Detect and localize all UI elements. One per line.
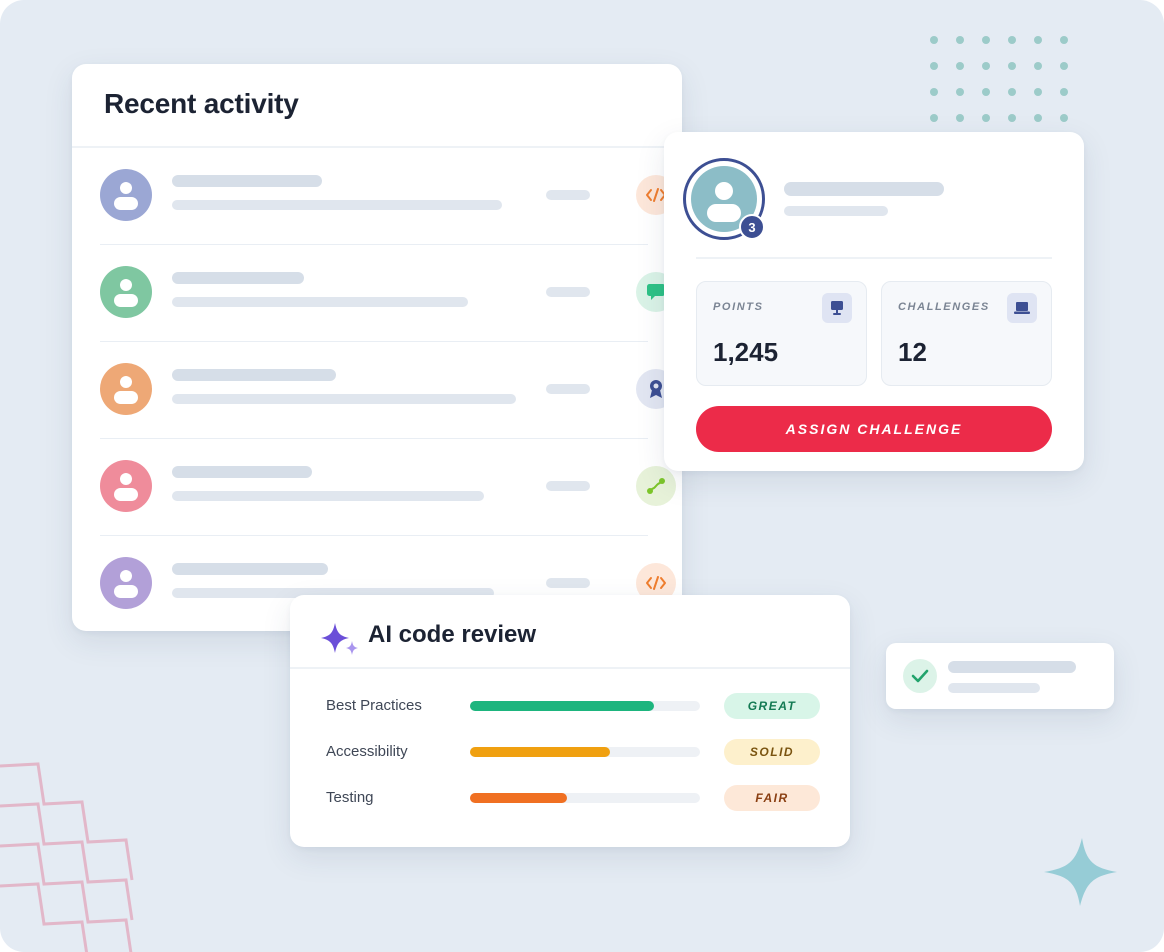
points-value: 1,245	[713, 337, 779, 367]
activity-title-placeholder	[172, 175, 322, 187]
notification-title-placeholder	[948, 661, 1076, 673]
user-avatar-icon	[100, 363, 152, 415]
grid-dot	[1060, 114, 1068, 122]
activity-row[interactable]	[100, 148, 676, 245]
activity-title-placeholder	[172, 466, 312, 478]
grid-dot	[956, 88, 964, 96]
metric-label: Best Practices	[326, 697, 422, 714]
grid-dot	[930, 114, 938, 122]
metric-row: Best Practices GREAT	[326, 693, 820, 719]
recent-activity-title: Recent activity	[104, 88, 299, 119]
divider	[290, 667, 850, 669]
activity-title-placeholder	[172, 272, 304, 284]
user-avatar-icon	[100, 266, 152, 318]
grid-dot	[1060, 62, 1068, 70]
grid-dot	[982, 62, 990, 70]
grid-dot	[1008, 114, 1016, 122]
metric-row: Testing FAIR	[326, 785, 820, 811]
activity-subtitle-placeholder	[172, 394, 516, 404]
assign-challenge-button[interactable]: ASSIGN CHALLENGE	[696, 406, 1052, 452]
grid-dot	[930, 88, 938, 96]
challenges-value: 12	[898, 337, 927, 367]
grid-dot	[982, 114, 990, 122]
activity-subtitle-placeholder	[172, 200, 502, 210]
grid-dot	[1008, 88, 1016, 96]
grid-dot	[1034, 62, 1042, 70]
rating-badge: FAIR	[724, 785, 820, 811]
grid-dot	[1034, 114, 1042, 122]
grid-dot	[930, 62, 938, 70]
activity-time-placeholder	[546, 384, 590, 394]
grid-dot	[982, 36, 990, 44]
activity-title-placeholder	[172, 369, 336, 381]
grid-dot	[1034, 88, 1042, 96]
activity-time-placeholder	[546, 578, 590, 588]
rank-badge: 3	[739, 214, 765, 240]
metric-row: Accessibility SOLID	[326, 739, 820, 765]
sparkle-decoration	[1044, 838, 1117, 906]
recent-activity-card: Recent activity	[72, 64, 682, 631]
activity-subtitle-placeholder	[172, 297, 468, 307]
activity-row[interactable]	[100, 439, 676, 536]
challenges-label: CHALLENGES	[898, 301, 990, 313]
profile-name-placeholder	[784, 182, 944, 196]
activity-row[interactable]	[100, 342, 676, 439]
activity-row[interactable]	[100, 245, 676, 342]
divider	[696, 257, 1052, 259]
profile-subtitle-placeholder	[784, 206, 888, 216]
metric-progress-fill	[470, 747, 611, 757]
grid-dot	[982, 88, 990, 96]
grid-dot	[1008, 62, 1016, 70]
grid-dot	[930, 36, 938, 44]
user-avatar-icon	[100, 460, 152, 512]
ai-code-review-card: AI code review Best Practices GREAT Access…	[290, 595, 850, 847]
grid-dot	[1060, 88, 1068, 96]
metric-progress-fill	[470, 701, 654, 711]
dot-grid-decoration	[930, 36, 1080, 132]
grid-dot	[956, 114, 964, 122]
points-label: POINTS	[713, 301, 764, 313]
rating-badge: SOLID	[724, 739, 820, 765]
grid-dot	[956, 62, 964, 70]
app-canvas: Recent activity 3 POINTS 1,245 CHALLENGE…	[0, 0, 1164, 952]
metric-progress-bar	[470, 701, 700, 711]
challenges-stat: CHALLENGES 12	[881, 281, 1052, 386]
check-icon	[903, 659, 937, 693]
metric-progress-bar	[470, 747, 700, 757]
metric-label: Testing	[326, 789, 374, 806]
profile-card: 3 POINTS 1,245 CHALLENGES 12 ASSIGN CHAL…	[664, 132, 1084, 471]
activity-time-placeholder	[546, 287, 590, 297]
user-avatar-icon	[100, 557, 152, 609]
sparkle-icon	[321, 623, 358, 655]
activity-time-placeholder	[546, 190, 590, 200]
route-icon	[636, 466, 676, 506]
notification-card[interactable]	[886, 643, 1114, 709]
metric-progress-bar	[470, 793, 700, 803]
metric-label: Accessibility	[326, 743, 408, 760]
monitor-icon	[822, 293, 852, 323]
grid-dot	[1060, 36, 1068, 44]
activity-subtitle-placeholder	[172, 491, 484, 501]
rating-badge: GREAT	[724, 693, 820, 719]
grid-dot	[1008, 36, 1016, 44]
metric-progress-fill	[470, 793, 567, 803]
notification-subtitle-placeholder	[948, 683, 1040, 693]
laptop-icon	[1007, 293, 1037, 323]
activity-title-placeholder	[172, 563, 328, 575]
activity-time-placeholder	[546, 481, 590, 491]
ai-code-review-title: AI code review	[368, 621, 537, 648]
points-stat: POINTS 1,245	[696, 281, 867, 386]
grid-dot	[1034, 36, 1042, 44]
zigzag-decoration	[0, 762, 134, 952]
user-avatar-icon	[100, 169, 152, 221]
grid-dot	[956, 36, 964, 44]
